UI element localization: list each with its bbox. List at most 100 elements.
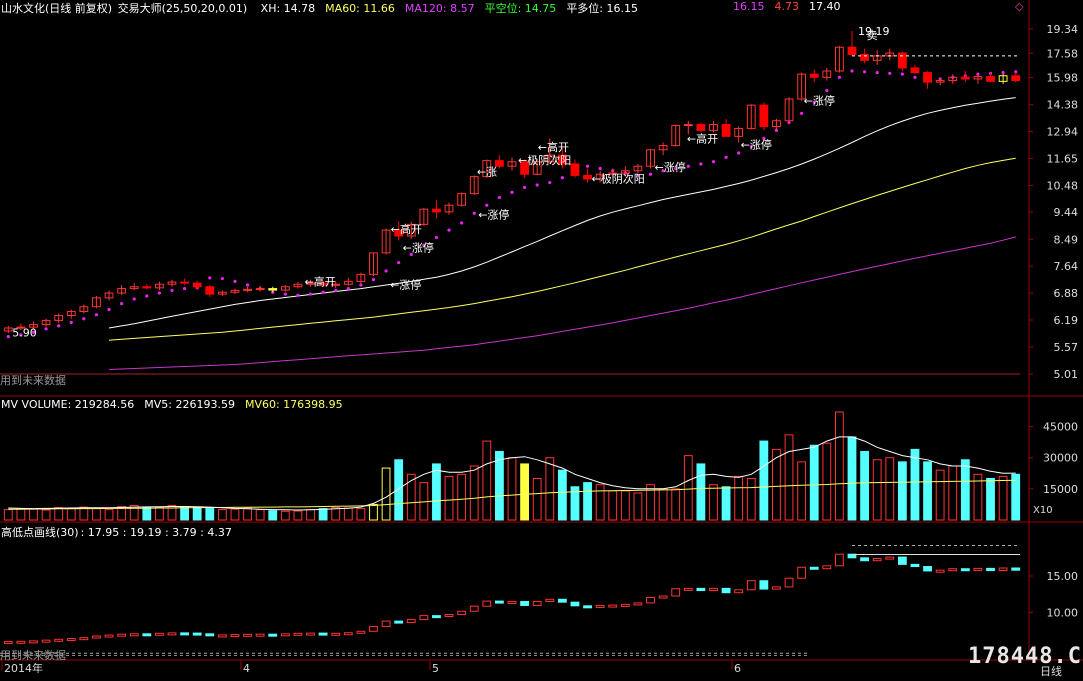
volume-bar (746, 477, 756, 521)
indicator-candle (482, 600, 492, 607)
x-axis-label-1: 4 (243, 662, 250, 675)
volume-header-item-2: MV60: 176398.95 (244, 398, 343, 411)
volume-bar (3, 509, 13, 521)
price-tick-label-8: 8.49 (1054, 233, 1079, 246)
volume-bar (885, 457, 895, 521)
volume-bar (243, 507, 252, 521)
indicator-candle (469, 605, 479, 612)
sar-dot (208, 276, 212, 280)
annotation-limit-up-7: ←涨停 (804, 93, 835, 107)
annotation-gap-up-1: ←高开 (538, 140, 569, 154)
price-header-item-4: 平多位: 16.15 (566, 2, 639, 15)
candle-body (268, 288, 278, 291)
volume-tick-label-0: 45000 (1043, 421, 1078, 434)
sar-dot (560, 176, 564, 180)
volume-bar (104, 509, 114, 521)
sar-dot (850, 69, 854, 73)
indicator-candle (280, 633, 290, 637)
indicator-candle (129, 633, 139, 637)
indicator-candle (595, 604, 605, 608)
diamond-icon[interactable]: ◇ (1015, 0, 1023, 13)
future-data-label-bottom: 用到未来数据 (0, 649, 66, 662)
price-header-item-3: 平空位: 14.75 (484, 2, 557, 15)
price-tick-label-3: 14.38 (1047, 99, 1079, 112)
indicator-candle (683, 587, 693, 591)
sar-dot (913, 75, 917, 79)
volume-bar (721, 486, 731, 521)
sar-dot (233, 279, 237, 283)
indicator-candle (532, 600, 542, 606)
indicator-candle (117, 633, 127, 637)
indicator-candle (167, 632, 177, 636)
indicator-tick-label-0: 15.00 (1047, 570, 1079, 583)
timeframe-label[interactable]: 日线 (1040, 663, 1062, 679)
indicator-candle (608, 604, 618, 608)
candle-body (759, 104, 769, 127)
price-tick-label-10: 6.88 (1054, 287, 1079, 300)
sar-dot (334, 288, 338, 293)
volume-bar (469, 465, 479, 521)
indicator-candle (104, 634, 114, 638)
sar-dot (296, 293, 300, 297)
indicator-candle (583, 605, 592, 609)
sar-dot (434, 235, 439, 240)
volume-bar (532, 477, 542, 521)
indicator-candle (268, 633, 278, 637)
indicator-candle (960, 568, 970, 572)
indicator-candle (520, 600, 529, 606)
sar-dot (321, 290, 325, 294)
volume-bar (709, 484, 718, 521)
volume-bar (155, 506, 164, 521)
volume-bar (255, 509, 265, 521)
volume-bar (935, 469, 945, 521)
indicator-candle (41, 639, 51, 643)
annotation-gap-up-2: ←高开 (687, 131, 718, 145)
volume-bar (860, 450, 869, 521)
indicator-candle (142, 633, 152, 637)
volume-bar (66, 507, 76, 521)
price-tick-label-5: 11.65 (1047, 152, 1079, 165)
indicator-candle (885, 556, 895, 560)
price-tick-label-0: 19.34 (1047, 23, 1079, 36)
volume-bar (356, 508, 366, 521)
candle-body (180, 281, 189, 284)
sar-dot (888, 71, 892, 75)
volume-bar (986, 477, 995, 521)
volume-bar (318, 508, 328, 521)
annotation-extreme-yin-1: ←极阴次阳 (518, 153, 571, 167)
volume-multiplier: X10 (1033, 505, 1053, 516)
stock-chart[interactable]: 19.34 17.58 15.98 14.38 12.94 11.65 10.48 9.44 8… (0, 0, 1083, 681)
indicator-candle (746, 580, 756, 591)
indicator-header-values: : 17.95 : 19.19 : 3.79 : 4.37 (80, 526, 232, 539)
volume-bar (482, 440, 492, 521)
sar-dot (69, 320, 73, 325)
sar-dot (220, 276, 224, 281)
annotation-limit-up-6: ←涨停 (741, 138, 772, 152)
price-header-item-1: MA60: 11.66 (325, 2, 395, 15)
volume-bar (960, 459, 970, 521)
indicator-candle (998, 567, 1008, 572)
volume-bar (872, 459, 882, 521)
indicator-candle (545, 598, 555, 602)
volume-bar (809, 444, 819, 521)
candle-body (860, 53, 869, 61)
volume-bar (595, 484, 605, 521)
price-mid-item-2: 17.40 (809, 0, 841, 13)
candle-body (809, 73, 819, 78)
sar-dot (308, 292, 313, 296)
sar-dot (94, 313, 99, 317)
candle-body (255, 288, 265, 291)
indicator-candle (973, 567, 983, 571)
volume-bar (369, 503, 378, 521)
volume-bar (784, 434, 794, 521)
indicator-candle (872, 558, 882, 562)
volume-bar (192, 507, 202, 521)
indicator-candle (217, 634, 227, 638)
price-tick-label-4: 12.94 (1047, 126, 1079, 139)
indicator-candle (759, 580, 769, 590)
annotation-limit-up-2: ←涨停 (403, 240, 434, 254)
indicator-candle (1011, 567, 1021, 571)
sar-dot (598, 166, 602, 171)
sar-dot (359, 283, 363, 287)
indicator-candle (696, 587, 706, 592)
